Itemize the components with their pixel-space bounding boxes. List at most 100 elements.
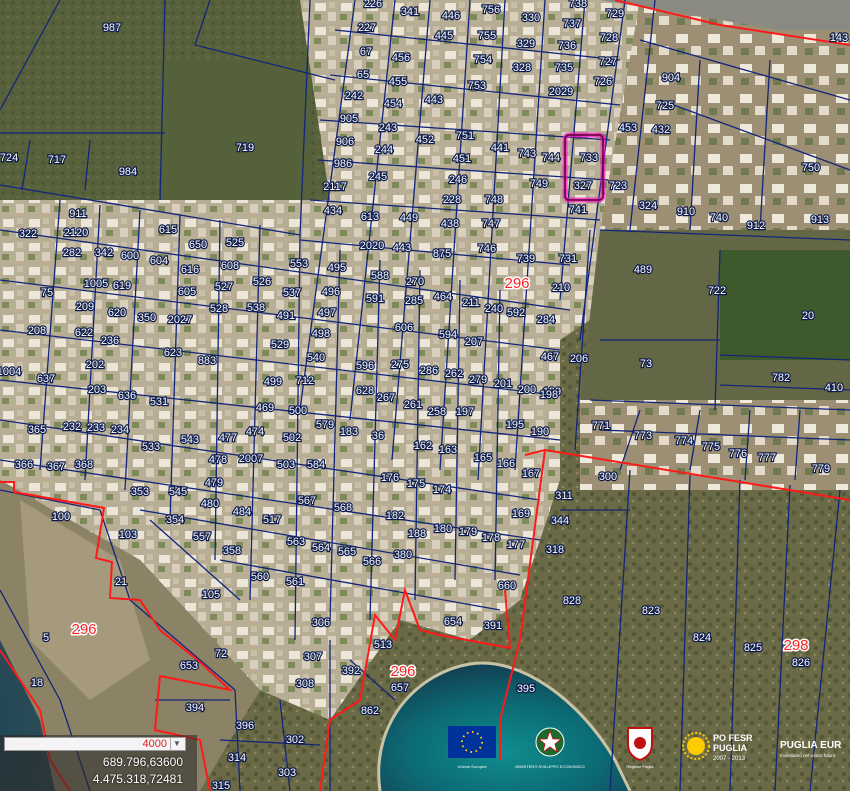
parcel-label: 565 bbox=[338, 546, 356, 558]
parcel-label: 746 bbox=[478, 243, 496, 255]
parcel-label: 984 bbox=[119, 166, 137, 178]
parcel-label: 300 bbox=[599, 471, 617, 483]
parcel-label: 484 bbox=[233, 506, 251, 518]
parcel-label: 261 bbox=[404, 399, 422, 411]
parcel-label: 754 bbox=[474, 54, 492, 66]
parcel-label: 454 bbox=[384, 98, 402, 110]
map-canvas[interactable]: 987226341 446 756330 737738729143227445 7553… bbox=[0, 0, 850, 791]
parcel-label: 443 bbox=[425, 94, 443, 106]
parcel-label: 455 bbox=[389, 76, 407, 88]
parcel-label: 105 bbox=[202, 589, 220, 601]
parcel-label: 175 bbox=[407, 478, 425, 490]
parcel-label: 100 bbox=[52, 511, 70, 523]
parcel-label: 200 bbox=[518, 384, 536, 396]
parcel-label: 1004 bbox=[0, 366, 21, 378]
parcel-label: 208 bbox=[28, 325, 46, 337]
parcel-label: 594 bbox=[439, 329, 457, 341]
parcel-label: 392 bbox=[342, 665, 360, 677]
parcel-label: 443 bbox=[393, 242, 411, 254]
parcel-label: 987 bbox=[103, 22, 121, 34]
parcel-label: 613 bbox=[361, 211, 379, 223]
parcel-label: 883 bbox=[198, 355, 216, 367]
parcel-label: 503 bbox=[277, 459, 295, 471]
parcel-label: 538 bbox=[247, 302, 265, 314]
scale-value: 4000 bbox=[142, 738, 167, 750]
parcel-label: 722 bbox=[708, 285, 726, 297]
parcel-label: 604 bbox=[150, 255, 168, 267]
parcel-label: 608 bbox=[221, 260, 239, 272]
parcel-label: 828 bbox=[563, 595, 581, 607]
parcel-label: 497 bbox=[318, 307, 336, 319]
parcel-label: 72 bbox=[215, 648, 227, 660]
parcel-label: 394 bbox=[186, 702, 204, 714]
parcel-label: 619 bbox=[113, 280, 131, 292]
parcel-label: 751 bbox=[456, 130, 474, 142]
parcel-label: 446 bbox=[442, 10, 460, 22]
parcel-label: 358 bbox=[223, 545, 241, 557]
parcel-label: 395 bbox=[517, 683, 535, 695]
parcel-label: 904 bbox=[662, 72, 680, 84]
parcel-label: 240 bbox=[485, 303, 503, 315]
parcel-label: 163 bbox=[439, 444, 457, 456]
chevron-down-icon[interactable]: ▼ bbox=[170, 738, 183, 750]
parcel-label: 777 bbox=[758, 452, 776, 464]
parcel-label: 451 bbox=[453, 153, 471, 165]
scale-dropdown[interactable]: 4000 ▼ bbox=[4, 737, 186, 751]
scale-coordinates-panel: 4000 ▼ 689.796,63600 4.475.318,72481 bbox=[0, 735, 197, 791]
puglia-eur-logo: PUGLIA EUR Investiamo nel vostro futuro bbox=[780, 740, 842, 758]
parcel-label: 182 bbox=[386, 510, 404, 522]
parcel-label: 202 bbox=[86, 359, 104, 371]
parcel-label: 243 bbox=[379, 122, 397, 134]
parcel-label: 210 bbox=[552, 282, 570, 294]
parcel-label: 2020 bbox=[360, 240, 384, 252]
parcel-label: 2117 bbox=[323, 181, 347, 193]
parcel-label: 246 bbox=[449, 174, 467, 186]
parcel-label: 636 bbox=[118, 390, 136, 402]
parcel-label: 517 bbox=[263, 514, 281, 526]
parcel-label: 736 bbox=[558, 40, 576, 52]
map-view[interactable]: 987 226 341 446 756 330 737 738 729 143 227 445 755 3… bbox=[0, 0, 850, 791]
parcel-label: 774 bbox=[675, 435, 693, 447]
region-caption: Regione Puglia bbox=[626, 764, 654, 769]
parcel-label: 513 bbox=[374, 639, 392, 651]
parcel-label: 36 bbox=[372, 430, 384, 442]
parcel-label: 315 bbox=[212, 780, 230, 791]
parcel-label: 723 bbox=[609, 180, 627, 192]
parcel-label: 380 bbox=[394, 549, 412, 561]
parcel-label: 749 bbox=[530, 178, 548, 190]
puglia-eur-brand: PUGLIA EUR bbox=[780, 740, 842, 751]
parcel-label: 201 bbox=[494, 378, 512, 390]
coordinate-y: 4.475.318,72481 bbox=[92, 772, 183, 786]
parcel-label: 2007 bbox=[239, 453, 263, 465]
parcel-label: 270 bbox=[406, 276, 424, 288]
parcel-label: 327 bbox=[574, 180, 592, 192]
parcel-label: 773 bbox=[634, 430, 652, 442]
parcel-label: 286 bbox=[420, 365, 438, 377]
parcel-label: 566 bbox=[363, 556, 381, 568]
parcel-label: 75 bbox=[41, 287, 53, 299]
parcel-label: 480 bbox=[201, 498, 219, 510]
parcel-label: 344 bbox=[551, 515, 569, 527]
parcel-label: 540 bbox=[307, 352, 325, 364]
parcel-label: 533 bbox=[142, 441, 160, 453]
parcel-label: 606 bbox=[395, 322, 413, 334]
parcel-label: 529 bbox=[271, 339, 289, 351]
parcel-label: 531 bbox=[150, 396, 168, 408]
parcel-label: 354 bbox=[166, 514, 184, 526]
parcel-label: 553 bbox=[290, 258, 308, 270]
parcel-label: 328 bbox=[513, 62, 531, 74]
parcel-label: 775 bbox=[702, 441, 720, 453]
parcel-label: 65 bbox=[357, 69, 369, 81]
parcel-label: 660 bbox=[498, 580, 516, 592]
parcel-label: 729 bbox=[606, 8, 624, 20]
parcel-label: 1005 bbox=[84, 278, 108, 290]
parcel-label: 719 bbox=[236, 142, 254, 154]
parcel-label: 308 bbox=[296, 678, 314, 690]
parcel-label: 391 bbox=[484, 620, 502, 632]
parcel-label: 657 bbox=[391, 682, 409, 694]
parcel-label: 302 bbox=[286, 734, 304, 746]
parcel-label: 306 bbox=[312, 617, 330, 629]
parcel-label: 731 bbox=[559, 253, 577, 265]
parcel-label: 350 bbox=[138, 312, 156, 324]
parcel-label: 584 bbox=[307, 459, 325, 471]
